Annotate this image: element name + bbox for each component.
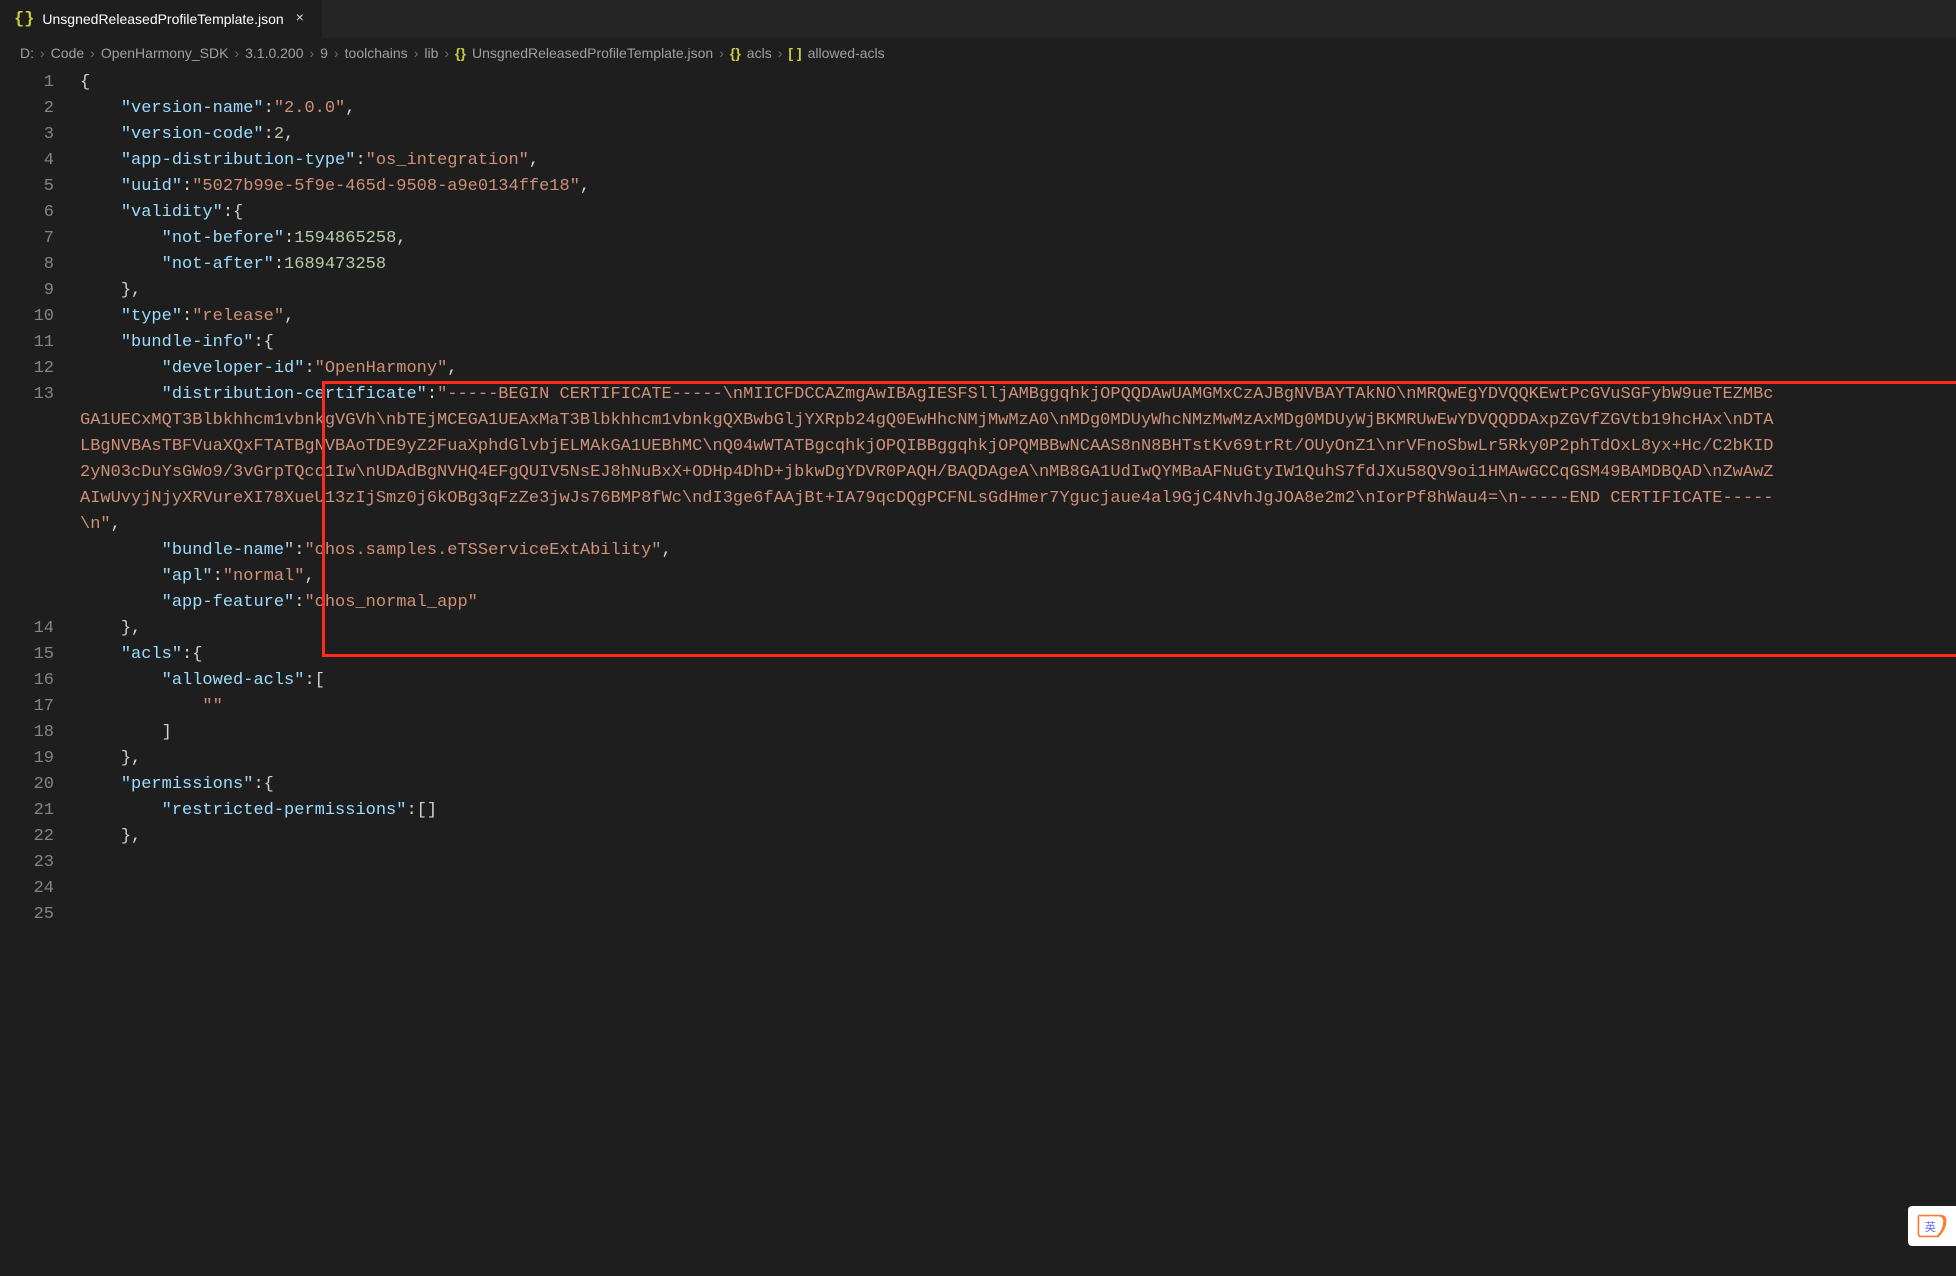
code-line: "uuid":"5027b99e-5f9e-465d-9508-a9e0134f… [80,174,1956,200]
brackets-icon: [ ] [788,45,801,61]
close-icon[interactable]: × [292,9,308,29]
code-line: "app-distribution-type":"os_integration"… [80,148,1956,174]
sogou-ime-icon: 英 [1916,1213,1948,1239]
editor-tab[interactable]: {} UnsgnedReleasedProfileTemplate.json × [0,0,323,38]
bc-part[interactable]: 3.1.0.200 [245,45,303,61]
bc-symbol[interactable]: acls [747,45,772,61]
code-line: }, [80,616,1956,642]
bc-part[interactable]: toolchains [345,45,408,61]
code-line: "validity":{ [80,200,1956,226]
code-line: "version-code":2, [80,122,1956,148]
chevron-right-icon: › [40,45,45,61]
code-line: "apl":"normal", [80,564,1956,590]
code-line: "distribution-certificate":"-----BEGIN C… [80,382,1780,538]
code-line: { [80,70,1956,96]
code-line: "version-name":"2.0.0", [80,96,1956,122]
bc-part[interactable]: 9 [320,45,328,61]
code-line: }, [80,824,1956,850]
code-line: }, [80,278,1956,304]
code-area[interactable]: { "version-name":"2.0.0", "version-code"… [80,68,1956,1276]
code-line: ] [80,720,1956,746]
code-line: "type":"release", [80,304,1956,330]
tab-title: UnsgnedReleasedProfileTemplate.json [42,11,283,27]
code-line: "not-before":1594865258, [80,226,1956,252]
ime-badge[interactable]: 英 [1908,1206,1956,1246]
chevron-right-icon: › [234,45,239,61]
code-line: "acls":{ [80,642,1956,668]
code-line: "permissions":{ [80,772,1956,798]
chevron-right-icon: › [444,45,449,61]
tab-bar: {} UnsgnedReleasedProfileTemplate.json × [0,0,1956,38]
json-icon: {} [455,45,466,61]
code-line: "bundle-name":"ohos.samples.eTSServiceEx… [80,538,1956,564]
code-line: "developer-id":"OpenHarmony", [80,356,1956,382]
braces-icon: {} [730,45,741,61]
line-gutter: 1 2 3 4 5 6 7 8 9 10 11 12 13 14 15 16 1… [0,68,80,1276]
bc-part[interactable]: D: [20,45,34,61]
json-icon: {} [14,10,34,29]
svg-text:英: 英 [1925,1220,1936,1234]
code-line: }, [80,746,1956,772]
code-line: "" [80,694,1956,720]
breadcrumb[interactable]: D: › Code › OpenHarmony_SDK › 3.1.0.200 › 9 ›… [0,38,1956,68]
code-line: "allowed-acls":[ [80,668,1956,694]
editor[interactable]: 1 2 3 4 5 6 7 8 9 10 11 12 13 14 15 16 1… [0,68,1956,1276]
bc-part[interactable]: OpenHarmony_SDK [101,45,229,61]
chevron-right-icon: › [414,45,419,61]
bc-part[interactable]: lib [424,45,438,61]
chevron-right-icon: › [334,45,339,61]
chevron-right-icon: › [90,45,95,61]
chevron-right-icon: › [719,45,724,61]
chevron-right-icon: › [310,45,315,61]
code-line: "app-feature":"ohos_normal_app" [80,590,1956,616]
chevron-right-icon: › [778,45,783,61]
bc-symbol[interactable]: allowed-acls [808,45,885,61]
code-line: "bundle-info":{ [80,330,1956,356]
code-line: "not-after":1689473258 [80,252,1956,278]
bc-file[interactable]: UnsgnedReleasedProfileTemplate.json [472,45,713,61]
bc-part[interactable]: Code [51,45,84,61]
code-line: "restricted-permissions":[] [80,798,1956,824]
